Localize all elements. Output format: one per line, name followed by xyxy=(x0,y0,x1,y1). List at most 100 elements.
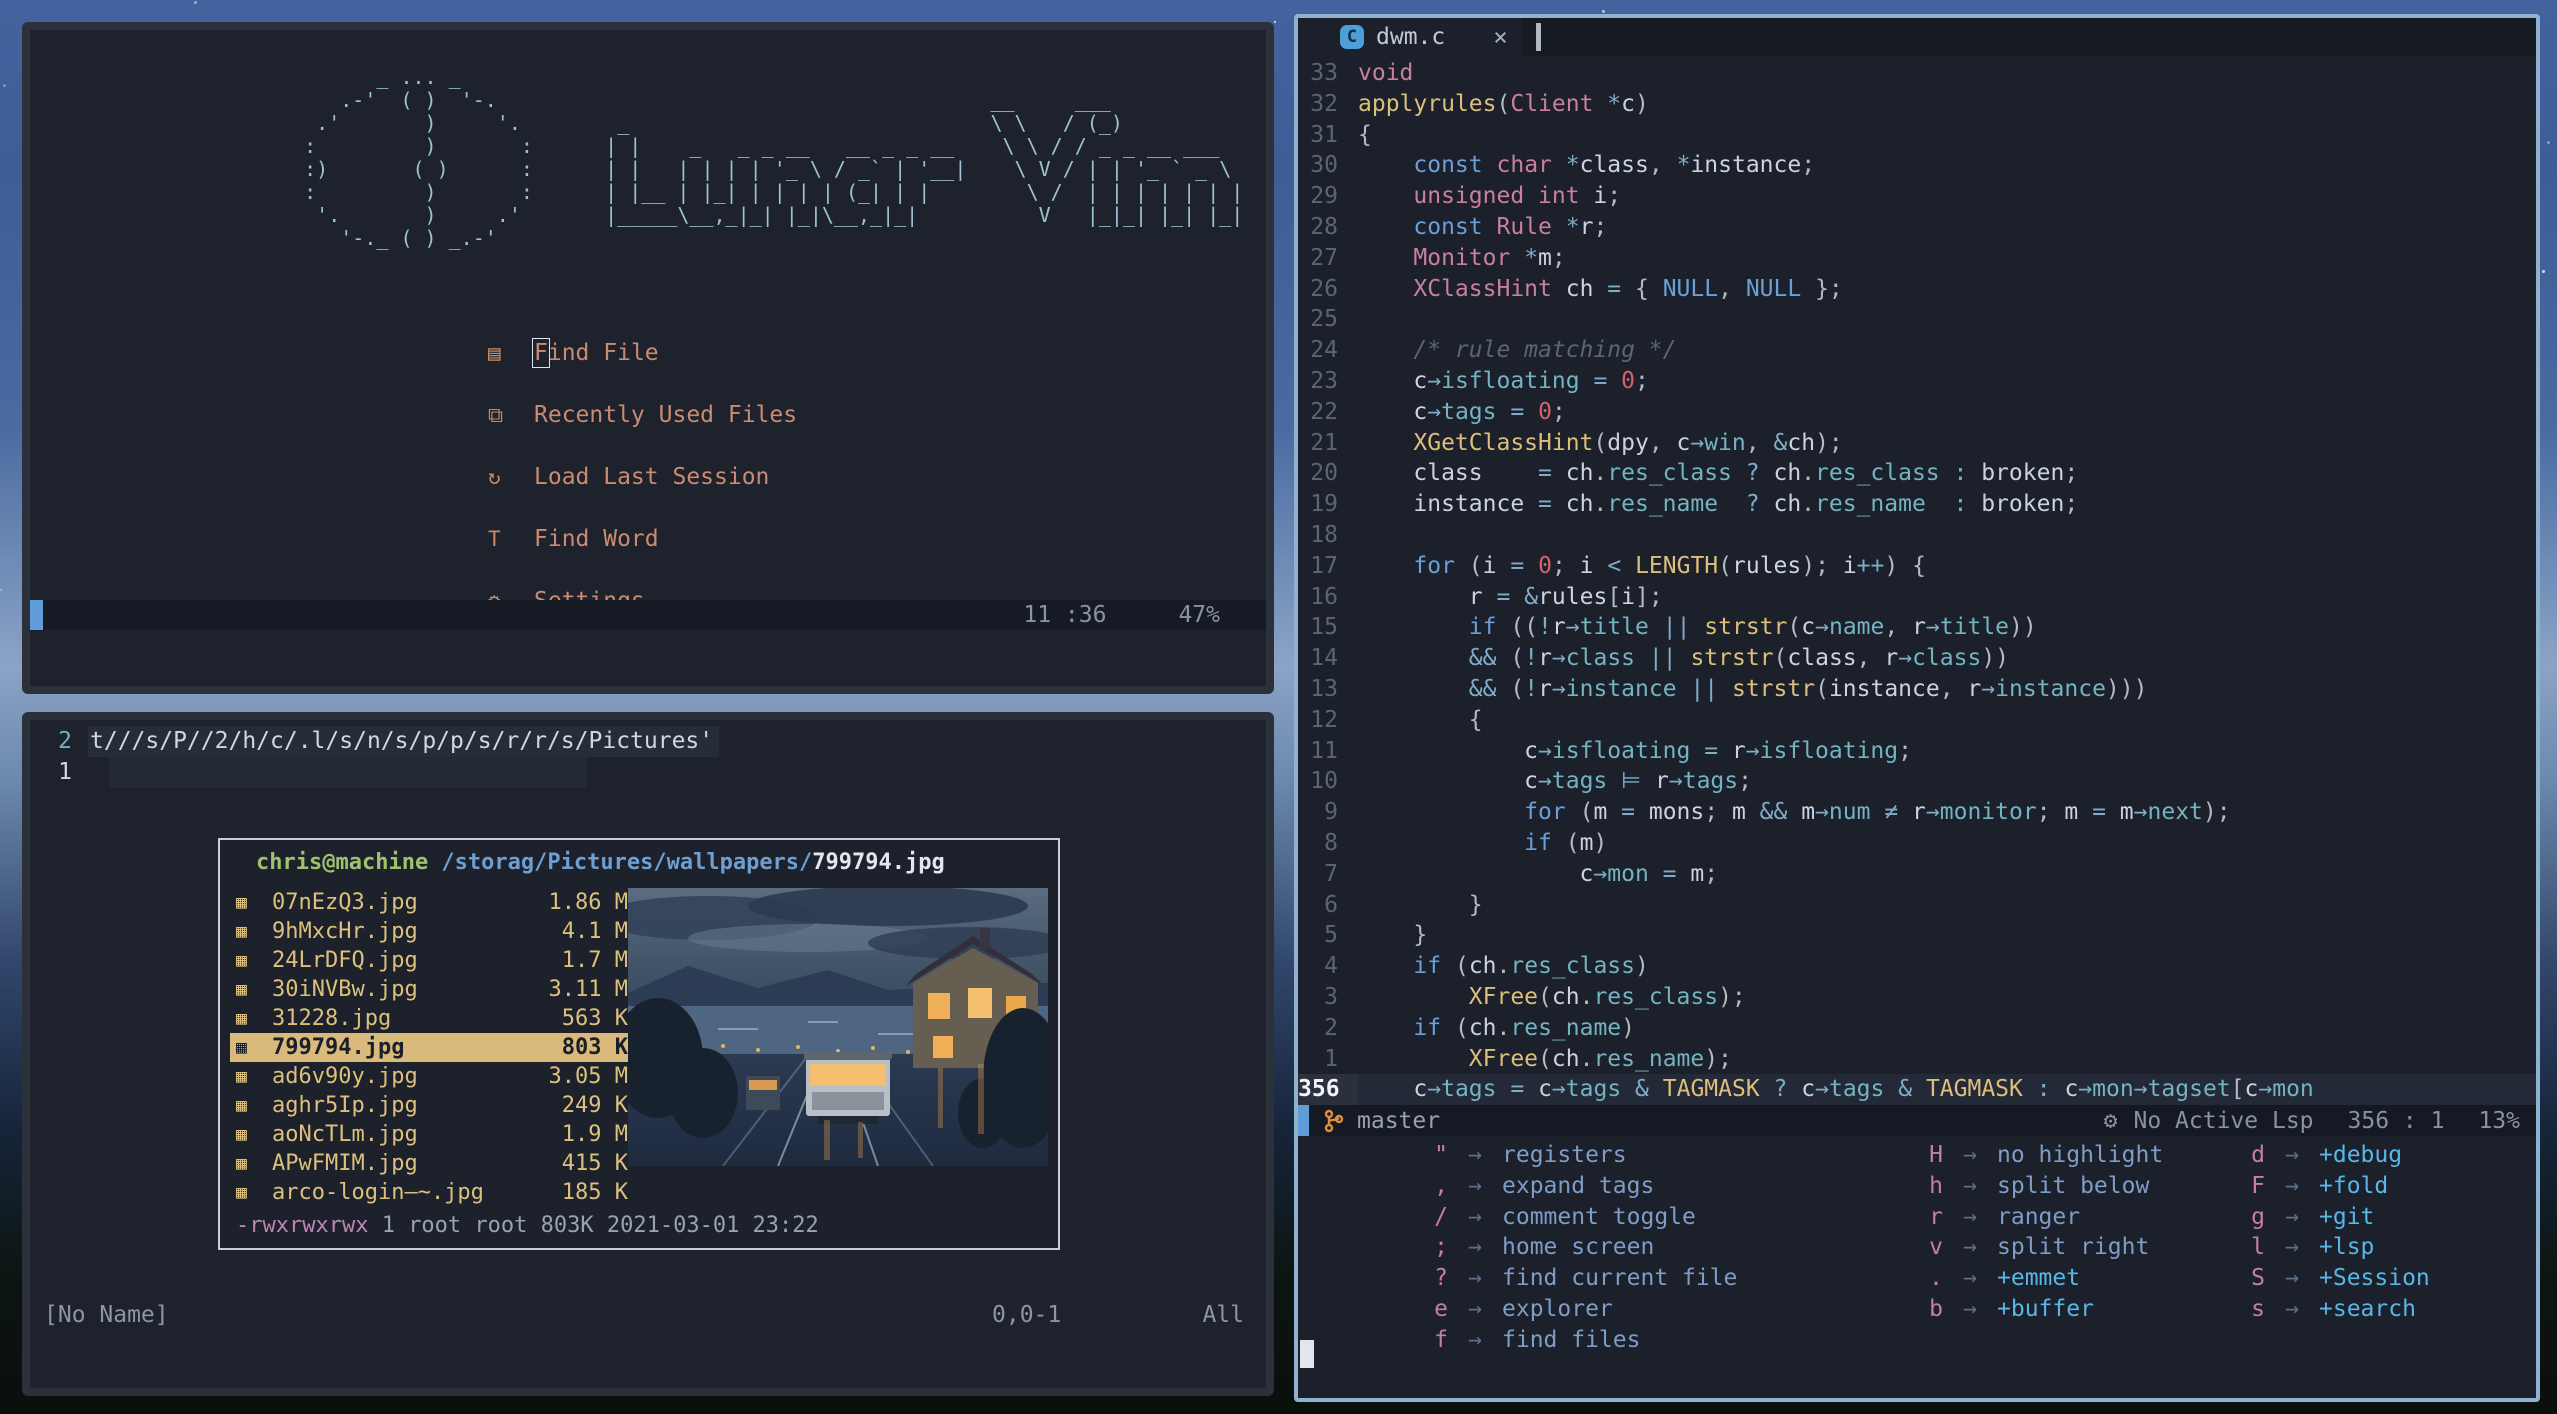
small-tram xyxy=(746,1076,780,1110)
code-line[interactable]: 33 void xyxy=(1298,58,2536,89)
binding-label: ranger xyxy=(1997,1203,2081,1230)
file-row[interactable]: ▦ arco-login—~.jpg 185 K xyxy=(230,1178,634,1207)
scratch-buffer-lines[interactable]: 2 t///s/P//2/h/c/.l/s/n/s/p/p/s/r/r/s/Pic… xyxy=(30,726,1266,788)
dashboard-menu-item[interactable]: ▤ Find File xyxy=(488,338,797,368)
code-line[interactable]: 16 r = &rules[i]; xyxy=(1298,582,2536,613)
file-row[interactable]: ▦ 9hMxcHr.jpg 4.1 M xyxy=(230,917,634,946)
which-key-binding[interactable]: . → +emmet xyxy=(1888,1263,2163,1294)
which-key-binding[interactable]: e → explorer xyxy=(1393,1294,1737,1325)
file-size: 803 K xyxy=(548,1035,628,1060)
code-line[interactable]: 14 && (!r→class || strstr(class, r→class… xyxy=(1298,643,2536,674)
buffer-line[interactable]: 1 xyxy=(30,757,1266,788)
file-row[interactable]: ▦ 31228.jpg 563 K xyxy=(230,1004,634,1033)
code-line[interactable]: 11 c→isfloating = r→isfloating; xyxy=(1298,736,2536,767)
code-line[interactable]: 23 c→isfloating = 0; xyxy=(1298,366,2536,397)
which-key-binding[interactable]: v → split right xyxy=(1888,1232,2163,1263)
code-line[interactable]: 9 for (m = mons; m && m→num ≠ r→monitor;… xyxy=(1298,797,2536,828)
desktop-wallpaper: _ ... _ .-' ( ) '-. __ ___ .' ) '. _ \ \… xyxy=(0,0,2557,1414)
permission-bits: -rwxrwxrwx xyxy=(236,1213,369,1238)
code-line[interactable]: 19 instance = ch.res_name ? ch.res_name … xyxy=(1298,489,2536,520)
which-key-binding[interactable]: , → expand tags xyxy=(1393,1171,1737,1202)
binding-key: ? xyxy=(1434,1265,1448,1292)
dashboard-menu-item[interactable]: T Find Word xyxy=(488,524,797,554)
tab-dwm-c[interactable]: C dwm.c × xyxy=(1298,18,1522,56)
tabline-cursor xyxy=(1535,23,1541,51)
which-key-binding[interactable]: l → +lsp xyxy=(2210,1232,2430,1263)
which-key-binding[interactable]: / → comment toggle xyxy=(1393,1202,1737,1233)
which-key-binding[interactable]: ? → find current file xyxy=(1393,1263,1737,1294)
dashboard-menu-item[interactable]: ↻ Load Last Session xyxy=(488,462,797,492)
code-line-number: 11 xyxy=(1310,737,1338,764)
code-line[interactable]: 5 } xyxy=(1298,920,2536,951)
which-key-binding[interactable]: H → no highlight xyxy=(1888,1140,2163,1171)
file-row[interactable]: ▦ 30iNVBw.jpg 3.11 M xyxy=(230,975,634,1004)
file-row[interactable]: ▦ 799794.jpg 803 K xyxy=(230,1033,634,1062)
binding-label: find current file xyxy=(1502,1265,1738,1292)
code-line[interactable]: 28 const Rule *r; xyxy=(1298,212,2536,243)
code-line[interactable]: 25 xyxy=(1298,304,2536,335)
code-line[interactable]: 26 XClassHint ch = { NULL, NULL }; xyxy=(1298,274,2536,305)
code-line[interactable]: 29 unsigned int i; xyxy=(1298,181,2536,212)
git-branch-name: master xyxy=(1357,1107,1441,1134)
file-row[interactable]: ▦ APwFMIM.jpg 415 K xyxy=(230,1149,634,1178)
code-line[interactable]: 27 Monitor *m; xyxy=(1298,243,2536,274)
binding-label: comment toggle xyxy=(1502,1203,1696,1230)
tab-close-icon[interactable]: × xyxy=(1493,23,1507,51)
code-line[interactable]: 15 if ((!r→title || strstr(c→name, r→tit… xyxy=(1298,612,2536,643)
code-line[interactable]: 24 /* rule matching */ xyxy=(1298,335,2536,366)
which-key-binding[interactable]: " → registers xyxy=(1393,1140,1737,1171)
code-line[interactable]: 13 && (!r→instance || strstr(instance, r… xyxy=(1298,674,2536,705)
code-line[interactable]: 8 if (m) xyxy=(1298,828,2536,859)
which-key-binding[interactable]: h → split below xyxy=(1888,1171,2163,1202)
which-key-binding[interactable]: f → find files xyxy=(1393,1325,1737,1356)
code-line[interactable]: 17 for (i = 0; i < LENGTH(rules); i++) { xyxy=(1298,551,2536,582)
which-key-binding[interactable]: S → +Session xyxy=(2210,1263,2430,1294)
arrow-icon: → xyxy=(1963,1203,1977,1230)
code-editor-area[interactable]: 33 void 32 applyrules(Client *c) 31{30 const… xyxy=(1298,58,2536,1106)
which-key-binding[interactable]: b → +buffer xyxy=(1888,1294,2163,1325)
code-line[interactable]: 30 const char *class, *instance; xyxy=(1298,150,2536,181)
code-line[interactable]: 6 } xyxy=(1298,890,2536,921)
code-line-number: 6 xyxy=(1324,891,1338,918)
code-line-text: c→mon = m; xyxy=(1358,860,1719,887)
star-dot xyxy=(2541,270,2545,274)
which-key-column-2: H → no highlight h → split below r → ranger v → spl… xyxy=(1888,1140,2163,1325)
code-line[interactable]: 2 if (ch.res_name) xyxy=(1298,1013,2536,1044)
file-row[interactable]: ▦ 07nEzQ3.jpg 1.86 M xyxy=(230,888,634,917)
code-line[interactable]: 18 xyxy=(1298,520,2536,551)
code-line-text: Monitor *m; xyxy=(1413,244,1566,271)
code-line[interactable]: 1 XFree(ch.res_name); xyxy=(1298,1044,2536,1075)
code-line-text: applyrules(Client *c) xyxy=(1358,90,1649,117)
file-list: ▦ 07nEzQ3.jpg 1.86 M ▦ 9hMxcHr.jpg 4.1 M ▦ 24L… xyxy=(230,888,634,1207)
file-row[interactable]: ▦ aoNcTLm.jpg 1.9 M xyxy=(230,1120,634,1149)
buffer-line[interactable]: 2 t///s/P//2/h/c/.l/s/n/s/p/p/s/r/r/s/Pic… xyxy=(30,726,1266,757)
binding-label: +debug xyxy=(2319,1142,2403,1168)
code-line[interactable]: 31 { xyxy=(1298,120,2536,151)
file-row[interactable]: ▦ aghr5Ip.jpg 249 K xyxy=(230,1091,634,1120)
code-line[interactable]: 12 { xyxy=(1298,705,2536,736)
code-line[interactable]: 7 c→mon = m; xyxy=(1298,859,2536,890)
code-line[interactable]: 10 c→tags ⊨ r→tags; xyxy=(1298,766,2536,797)
which-key-binding[interactable]: ; → home screen xyxy=(1393,1232,1737,1263)
code-line[interactable]: 22 c→tags = 0; xyxy=(1298,397,2536,428)
which-key-binding[interactable]: g → +git xyxy=(2210,1202,2430,1233)
which-key-binding[interactable]: s → +search xyxy=(2210,1294,2430,1325)
code-line[interactable]: 356 c→tags = c→tags & TAGMASK ? c→tags &… xyxy=(1298,1074,2536,1106)
file-row[interactable]: ▦ 24LrDFQ.jpg 1.7 M xyxy=(230,946,634,975)
code-line[interactable]: 4 if (ch.res_class) xyxy=(1298,951,2536,982)
code-line[interactable]: 21 XGetClassHint(dpy, c→win, &ch); xyxy=(1298,428,2536,459)
tab-label: dwm.c xyxy=(1376,24,1446,50)
code-line-number: 10 xyxy=(1310,768,1338,795)
code-line[interactable]: 32 applyrules(Client *c) xyxy=(1298,89,2536,120)
dashboard-menu-item[interactable]: ⧉ Recently Used Files xyxy=(488,400,797,430)
binding-label: +fold xyxy=(2319,1172,2389,1199)
which-key-binding[interactable]: d → +debug xyxy=(2210,1140,2430,1171)
code-line-number: 12 xyxy=(1310,706,1338,733)
which-key-binding[interactable]: F → +fold xyxy=(2210,1171,2430,1202)
file-row[interactable]: ▦ ad6v90y.jpg 3.05 M xyxy=(230,1062,634,1091)
binding-label: split below xyxy=(1997,1172,2150,1199)
code-line[interactable]: 3 XFree(ch.res_class); xyxy=(1298,982,2536,1013)
line-column-position: 356 : 1 xyxy=(2347,1107,2445,1134)
code-line[interactable]: 20 class = ch.res_class ? ch.res_class :… xyxy=(1298,458,2536,489)
which-key-binding[interactable]: r → ranger xyxy=(1888,1202,2163,1233)
